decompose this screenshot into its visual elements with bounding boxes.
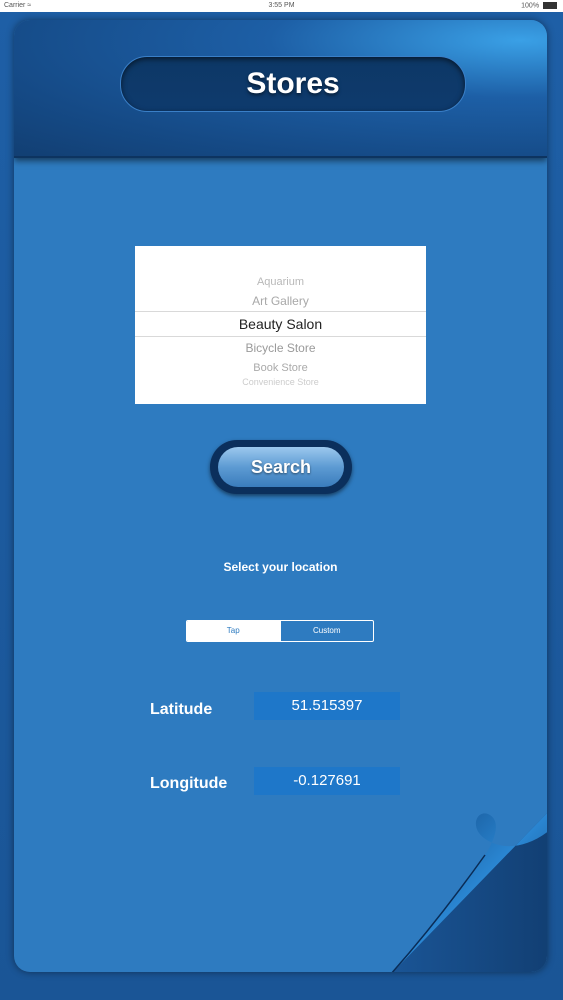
- latitude-label: Latitude: [150, 701, 213, 718]
- picker-item[interactable]: Bicycle Store: [135, 341, 426, 355]
- picker-item[interactable]: Art Gallery: [135, 294, 426, 308]
- page-curl-decoration: [391, 813, 547, 972]
- main-panel: Stores Aquarium Art Gallery Beauty Salon…: [14, 20, 547, 972]
- picker-item[interactable]: Book Store: [135, 362, 426, 374]
- title-pill: Stores: [120, 56, 466, 112]
- battery-indicator: 100%: [521, 2, 557, 9]
- segment-custom[interactable]: Custom: [279, 621, 374, 641]
- picker-item[interactable]: Aquarium: [135, 276, 426, 288]
- picker-item-selected[interactable]: Beauty Salon: [135, 316, 426, 332]
- longitude-label: Longitude: [150, 775, 228, 792]
- search-button-frame: Search: [210, 440, 352, 494]
- status-time: 3:55 PM: [268, 2, 295, 9]
- picker-selection-line-top: [135, 311, 426, 312]
- status-bar: Carrier ≈ 3:55 PM 100%: [0, 0, 563, 12]
- battery-icon: [543, 2, 557, 9]
- latitude-field[interactable]: 51.515397: [254, 692, 400, 720]
- battery-percent: 100%: [521, 2, 540, 10]
- segment-tap[interactable]: Tap: [187, 621, 280, 641]
- store-type-picker[interactable]: Aquarium Art Gallery Beauty Salon Bicycl…: [135, 246, 426, 404]
- picker-item[interactable]: Convenience Store: [135, 377, 426, 387]
- picker-selection-line-bottom: [135, 336, 426, 337]
- location-mode-control: Tap Custom: [186, 620, 374, 642]
- header-bar: Stores: [14, 20, 547, 158]
- location-prompt: Select your location: [223, 560, 338, 574]
- longitude-field[interactable]: -0.127691: [254, 767, 400, 795]
- page-title: Stores: [246, 67, 340, 100]
- search-button[interactable]: Search: [218, 447, 344, 487]
